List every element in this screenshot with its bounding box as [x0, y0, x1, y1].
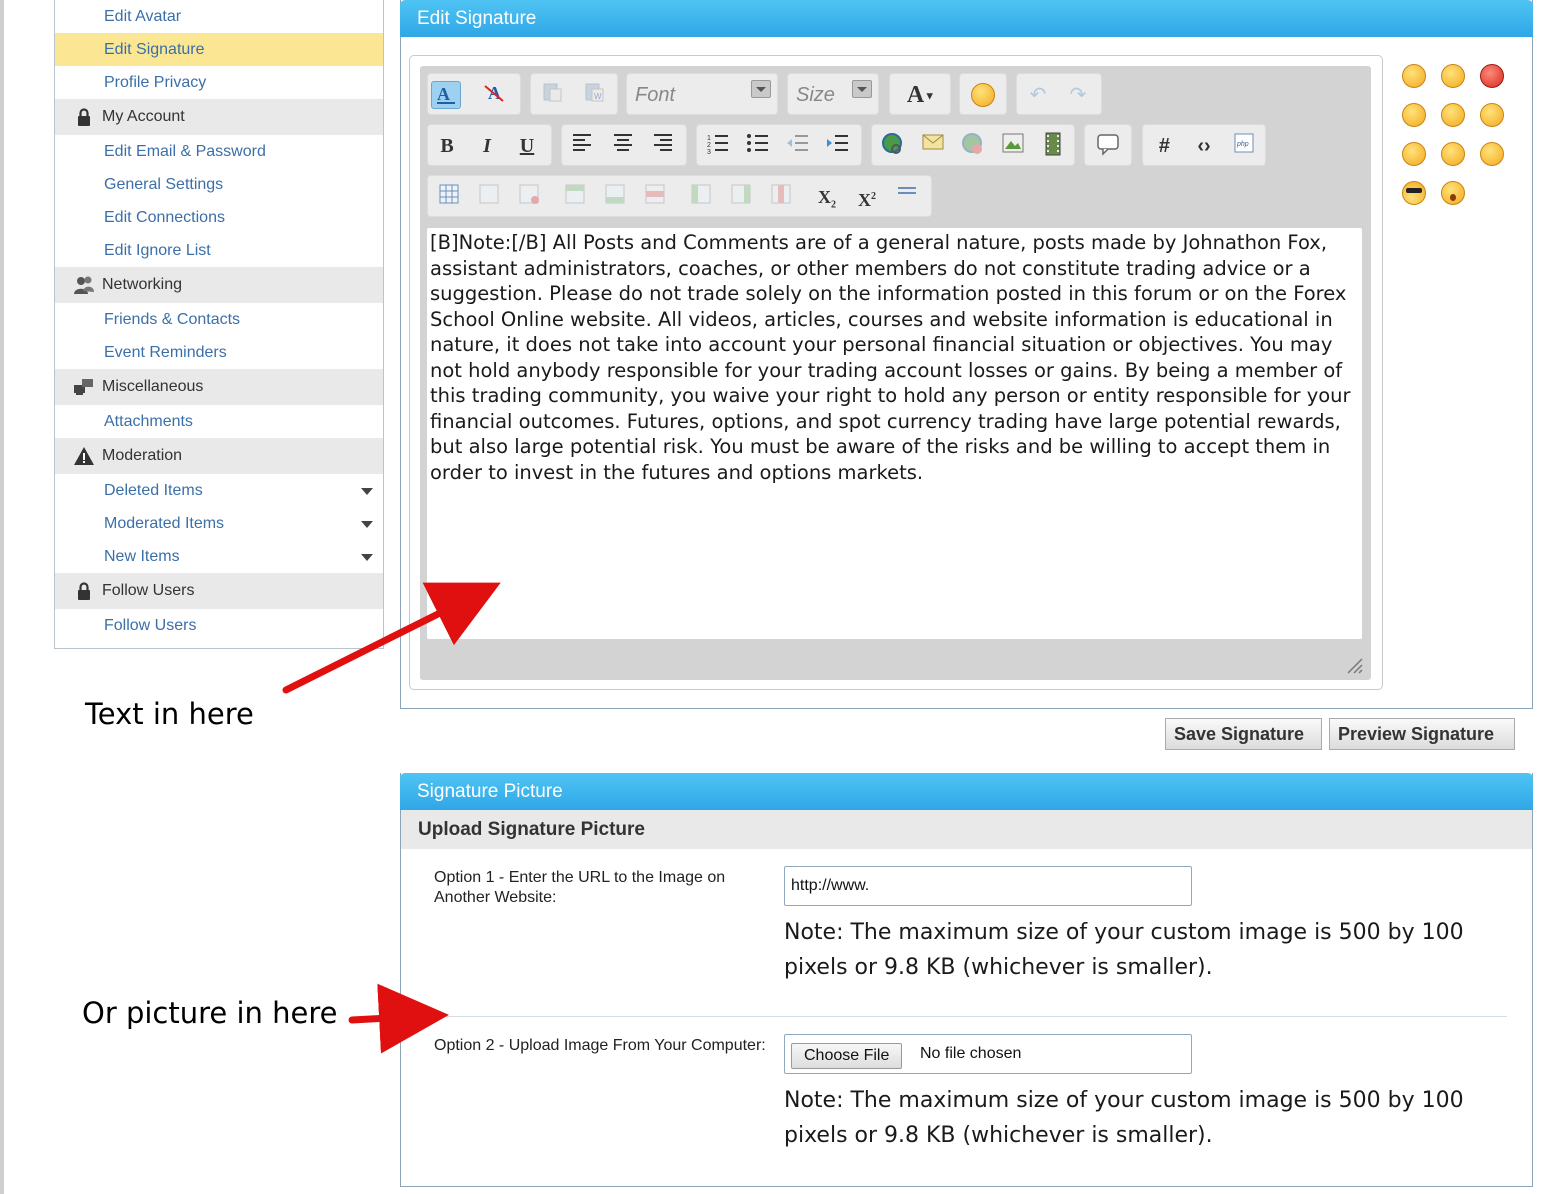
picture-arrow — [348, 983, 449, 1054]
annotation-arrows — [282, 582, 501, 1054]
text-arrow — [282, 582, 501, 694]
